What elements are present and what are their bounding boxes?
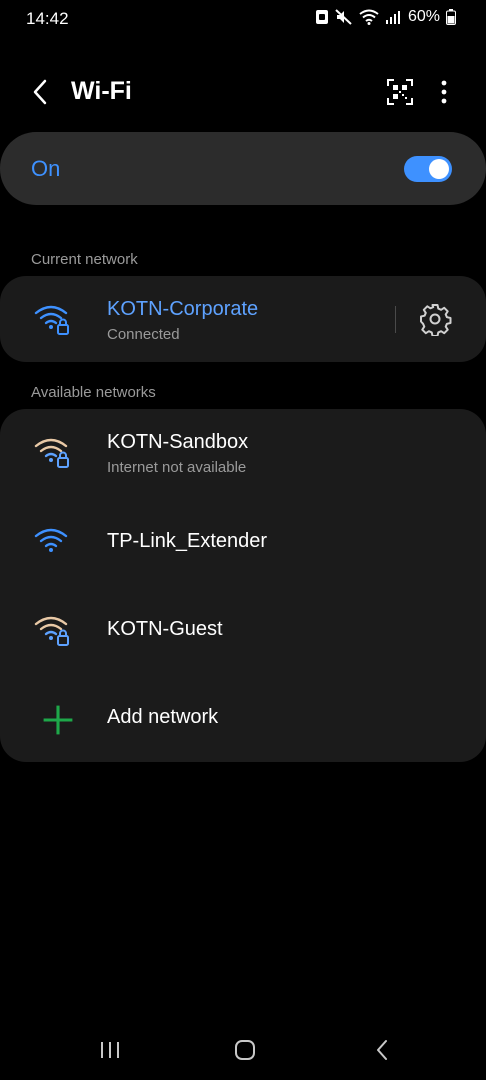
status-bar: 14:42 60% bbox=[0, 0, 486, 36]
recent-apps-icon bbox=[101, 1042, 119, 1058]
plus-icon bbox=[43, 705, 73, 735]
toggle-knob bbox=[429, 159, 449, 179]
network-item-tp-link-extender[interactable]: TP-Link_Extender bbox=[0, 499, 486, 587]
nav-back-icon bbox=[377, 1040, 387, 1060]
wifi-toggle[interactable] bbox=[404, 156, 452, 182]
available-networks-card: KOTN-Sandbox Internet not available TP-L… bbox=[0, 409, 486, 762]
network-item-kotn-guest[interactable]: KOTN-Guest bbox=[0, 587, 486, 675]
signal-icon bbox=[385, 10, 401, 24]
divider bbox=[395, 306, 396, 333]
home-button[interactable] bbox=[225, 1032, 265, 1068]
status-icons: 60% bbox=[315, 8, 456, 26]
navigation-bar bbox=[0, 1020, 486, 1080]
wifi-lock-icon bbox=[34, 305, 69, 335]
status-time: 14:42 bbox=[26, 9, 69, 28]
current-network-card: KOTN-Corporate Connected bbox=[0, 276, 486, 362]
network-status: Internet not available bbox=[107, 459, 247, 476]
more-options-button[interactable] bbox=[430, 74, 458, 110]
wifi-lock-icon bbox=[34, 438, 69, 468]
wifi-master-switch[interactable]: On bbox=[0, 132, 486, 205]
network-settings-button[interactable] bbox=[418, 302, 452, 337]
network-name: KOTN-Sandbox bbox=[107, 431, 249, 453]
notification-icon bbox=[315, 9, 329, 25]
wifi-icon bbox=[34, 528, 68, 552]
battery-percent: 60% bbox=[407, 8, 440, 25]
current-network-header: Current network bbox=[31, 251, 138, 268]
mute-icon bbox=[335, 9, 353, 25]
wifi-switch-label: On bbox=[31, 156, 61, 181]
qr-scan-button[interactable] bbox=[384, 74, 416, 110]
available-networks-header: Available networks bbox=[31, 384, 156, 401]
wifi-status-icon bbox=[359, 9, 379, 25]
add-network-button[interactable]: Add network bbox=[0, 675, 486, 762]
nav-back-button[interactable] bbox=[362, 1032, 402, 1068]
page-title: Wi-Fi bbox=[71, 77, 132, 105]
add-network-label: Add network bbox=[107, 706, 219, 728]
network-name: TP-Link_Extender bbox=[107, 530, 268, 552]
back-button[interactable] bbox=[24, 74, 56, 110]
network-item-kotn-sandbox[interactable]: KOTN-Sandbox Internet not available bbox=[0, 409, 486, 499]
back-arrow-icon bbox=[33, 79, 47, 105]
battery-icon bbox=[446, 9, 456, 25]
gear-icon bbox=[420, 304, 452, 337]
current-network-item[interactable]: KOTN-Corporate Connected bbox=[0, 276, 486, 362]
network-name: KOTN-Guest bbox=[107, 618, 223, 640]
wifi-lock-icon bbox=[34, 616, 69, 646]
current-network-status: Connected bbox=[107, 326, 180, 343]
home-icon bbox=[235, 1040, 255, 1060]
more-vert-icon bbox=[441, 80, 447, 104]
qr-scan-icon bbox=[387, 79, 413, 105]
recent-apps-button[interactable] bbox=[90, 1032, 130, 1068]
current-network-name: KOTN-Corporate bbox=[107, 298, 259, 320]
app-bar: Wi-Fi bbox=[0, 60, 486, 124]
